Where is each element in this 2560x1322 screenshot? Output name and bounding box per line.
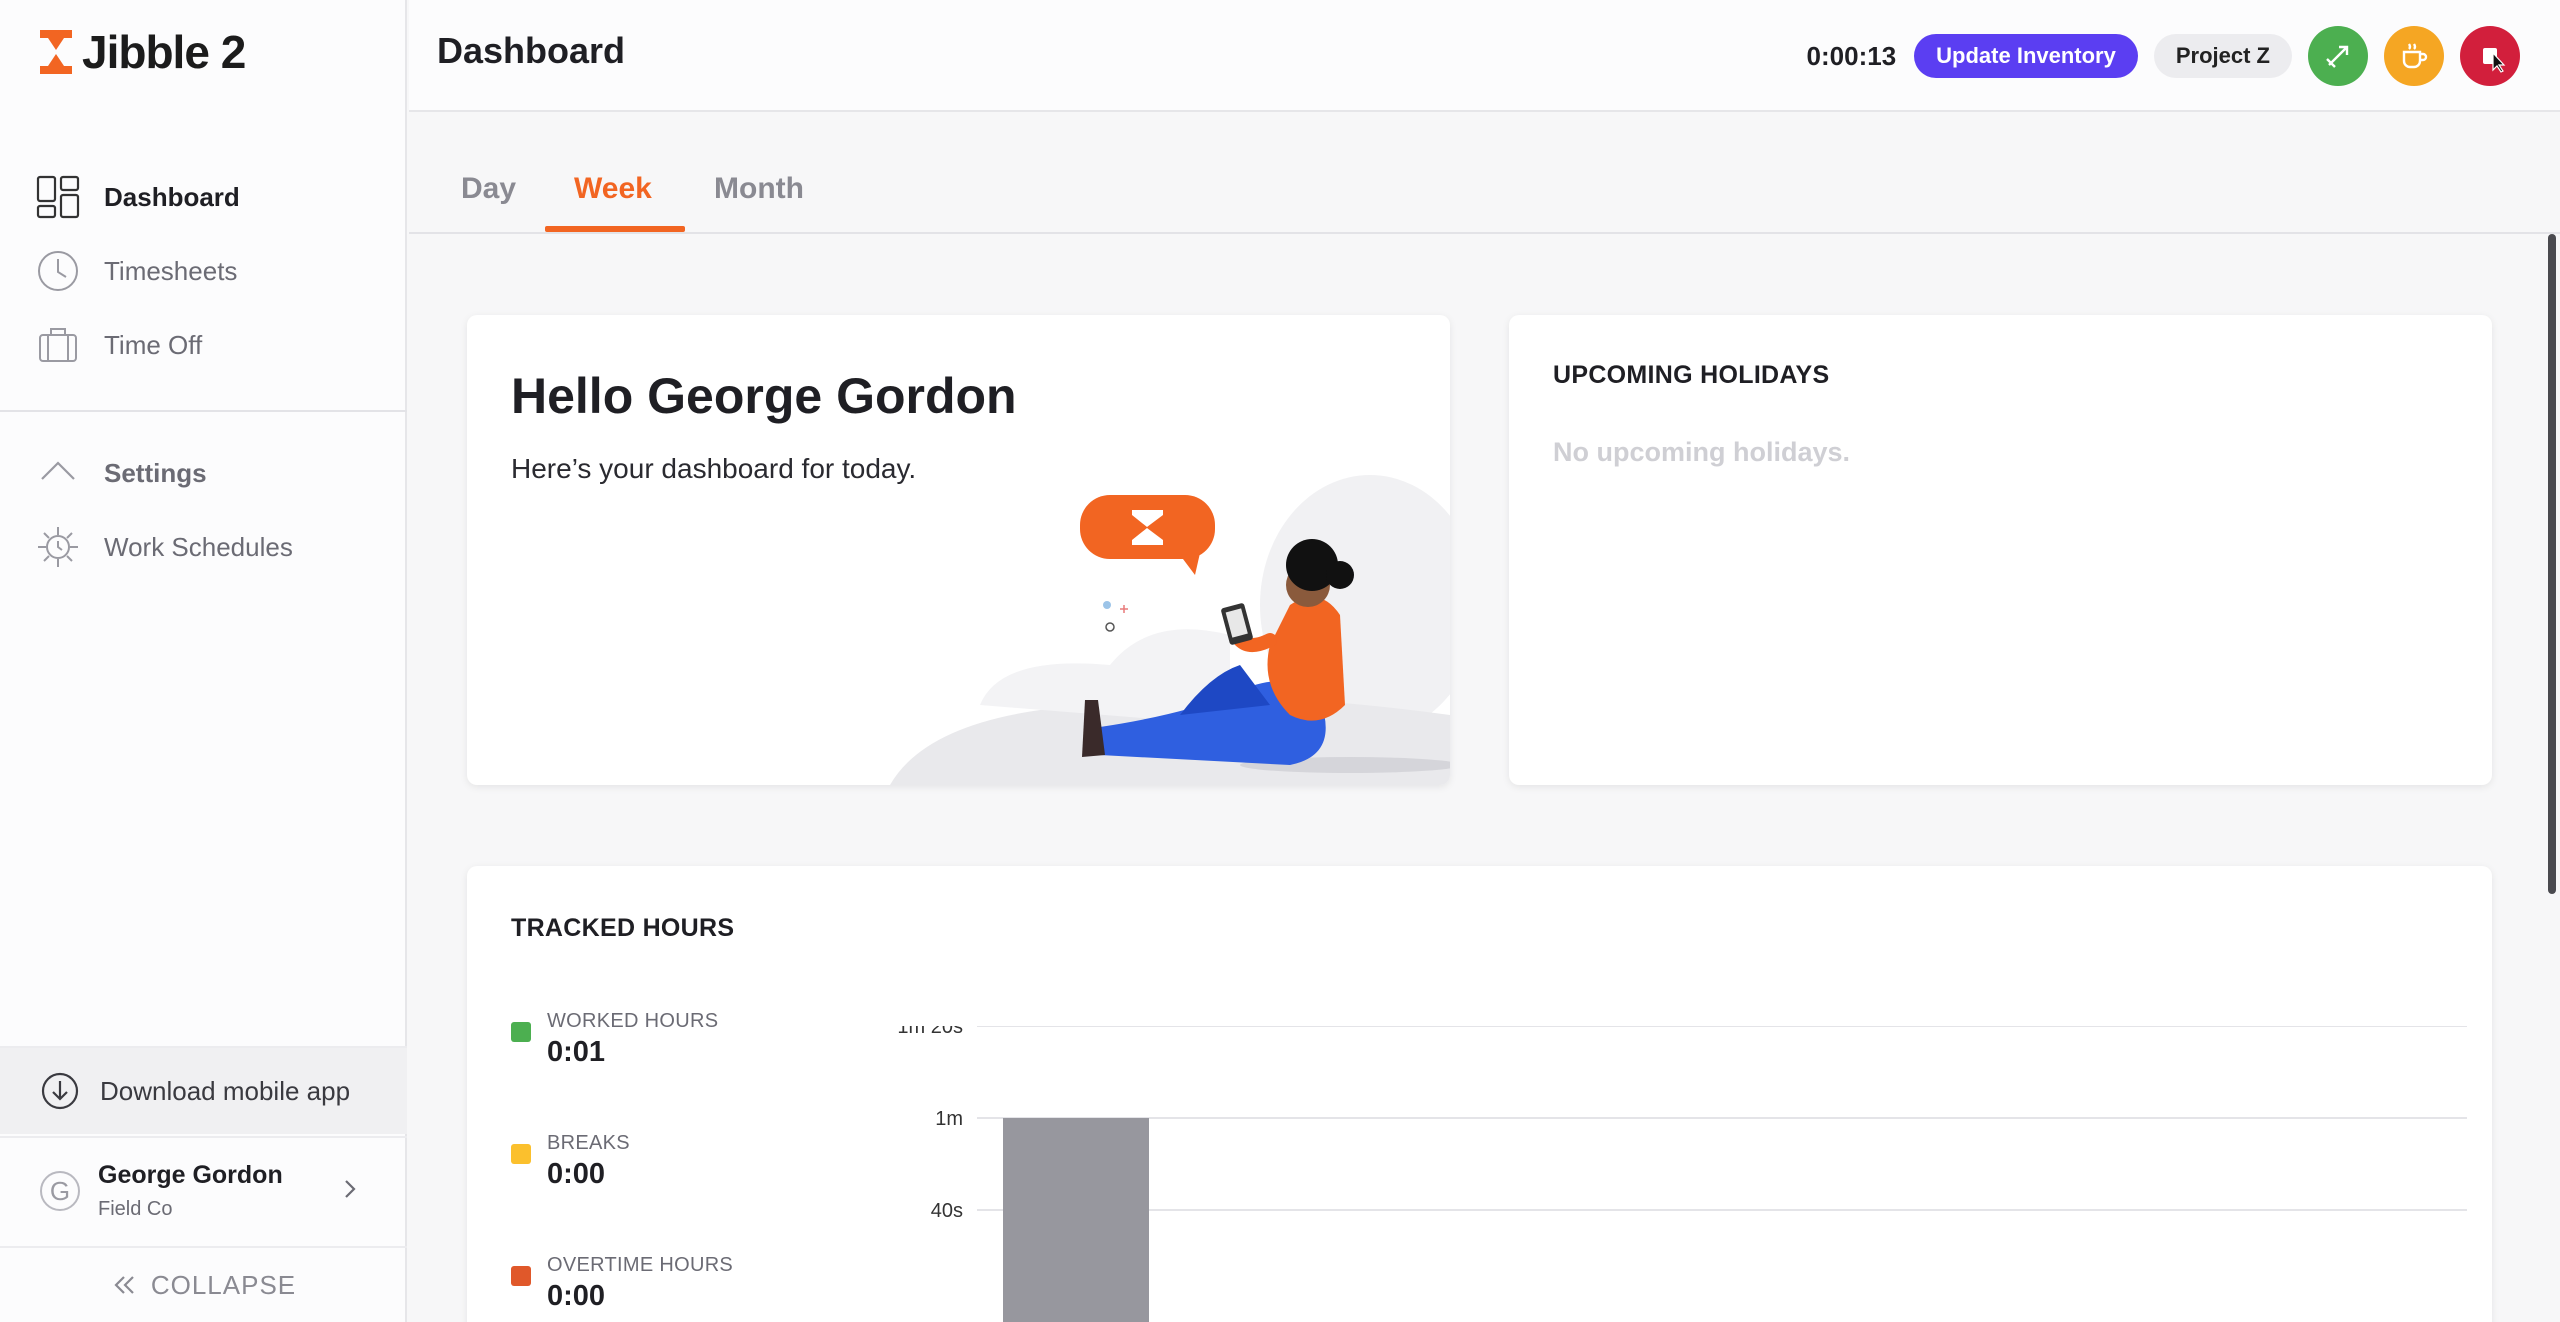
tracking-timer: 0:00:13 bbox=[1806, 40, 1897, 71]
nav-item-work-schedules[interactable]: Work Schedules bbox=[0, 510, 407, 584]
holidays-heading: UPCOMING HOLIDAYS bbox=[1553, 361, 1830, 389]
nav-label-time-off: Time Off bbox=[104, 329, 203, 360]
greeting-title: Hello George Gordon bbox=[511, 368, 1017, 424]
main-nav: Dashboard Timesheets Time Off bbox=[0, 160, 407, 382]
greeting-card: Hello George Gordon Here’s your dashboar… bbox=[467, 315, 1450, 785]
nav-item-time-off[interactable]: Time Off bbox=[0, 308, 407, 382]
worked-hours-swatch bbox=[511, 1022, 531, 1042]
y-tick-label: 40s bbox=[931, 1200, 963, 1222]
clock-icon bbox=[36, 249, 80, 293]
download-label: Download mobile app bbox=[100, 1075, 351, 1106]
chevron-up-icon bbox=[36, 451, 80, 495]
collapse-button[interactable]: COLLAPSE bbox=[0, 1246, 407, 1322]
top-bar: Dashboard 0:00:13 Update Inventory Proje… bbox=[409, 0, 2560, 112]
tracked-hours-chart: 1m 20s 1m 40s bbox=[897, 1026, 2467, 1322]
tracked-hours-card: TRACKED HOURS WORKED HOURS 0:01 BREAKS 0… bbox=[467, 866, 2492, 1322]
active-tab-indicator bbox=[545, 226, 685, 232]
switch-icon bbox=[2326, 45, 2349, 68]
metric-label: OVERTIME HOURS bbox=[547, 1254, 734, 1276]
user-org: Field Co bbox=[98, 1198, 173, 1220]
nav-item-timesheets[interactable]: Timesheets bbox=[0, 234, 407, 308]
settings-nav: Settings Work Schedules bbox=[0, 436, 407, 584]
app-name: Jibble 2 bbox=[82, 26, 246, 78]
tab-month[interactable]: Month bbox=[714, 172, 804, 206]
coffee-icon bbox=[2402, 43, 2428, 69]
tracking-controls: 0:00:13 Update Inventory Project Z bbox=[1807, 25, 2520, 87]
settings-label: Settings bbox=[104, 457, 207, 488]
collapse-label: COLLAPSE bbox=[150, 1269, 297, 1300]
y-tick-label: 1m 20s bbox=[897, 1026, 963, 1038]
clock-out-button[interactable] bbox=[2460, 26, 2520, 86]
metric-label: BREAKS bbox=[547, 1132, 630, 1154]
overtime-swatch bbox=[511, 1266, 531, 1286]
double-chevron-left-icon bbox=[114, 1276, 134, 1294]
dashboard-icon bbox=[36, 175, 80, 219]
breaks-swatch bbox=[511, 1144, 531, 1164]
metric-value: 0:00 bbox=[547, 1158, 606, 1190]
chart-bar[interactable] bbox=[1003, 1118, 1149, 1322]
person-with-phone-illustration bbox=[890, 475, 1450, 785]
metric-value: 0:01 bbox=[547, 1036, 606, 1068]
sidebar: Jibble 2 Dashboard Timesheets Time Off S… bbox=[0, 0, 407, 1322]
avatar: G bbox=[40, 1171, 80, 1211]
activity-pill[interactable]: Update Inventory bbox=[1914, 34, 2138, 78]
suitcase-icon bbox=[36, 323, 80, 367]
y-tick-label: 1m bbox=[935, 1108, 963, 1130]
metric-value: 0:00 bbox=[547, 1280, 606, 1312]
nav-item-dashboard[interactable]: Dashboard bbox=[0, 160, 407, 234]
upcoming-holidays-card: UPCOMING HOLIDAYS No upcoming holidays. bbox=[1509, 315, 2492, 785]
chevron-right-icon bbox=[345, 1180, 356, 1198]
nav-label-timesheets: Timesheets bbox=[104, 255, 238, 286]
schedule-icon bbox=[36, 525, 80, 569]
nav-label-work-schedules: Work Schedules bbox=[104, 531, 293, 562]
tab-week[interactable]: Week bbox=[574, 172, 652, 206]
app-logo[interactable]: Jibble 2 bbox=[36, 26, 246, 78]
download-mobile-app[interactable]: Download mobile app bbox=[0, 1046, 407, 1134]
project-pill[interactable]: Project Z bbox=[2153, 34, 2292, 78]
user-profile[interactable]: G George Gordon Field Co bbox=[0, 1136, 407, 1244]
jibble-logo-icon bbox=[40, 30, 72, 74]
break-button[interactable] bbox=[2384, 26, 2444, 86]
page-title: Dashboard bbox=[437, 30, 626, 71]
period-tabs: Day Week Month bbox=[409, 114, 2560, 234]
tracked-hours-heading: TRACKED HOURS bbox=[511, 914, 735, 942]
holidays-empty-message: No upcoming holidays. bbox=[1553, 437, 1851, 467]
nav-label-dashboard: Dashboard bbox=[104, 181, 240, 212]
switch-activity-button[interactable] bbox=[2308, 26, 2368, 86]
sidebar-divider bbox=[0, 410, 407, 412]
user-name: George Gordon bbox=[98, 1161, 283, 1189]
settings-toggle[interactable]: Settings bbox=[0, 436, 407, 510]
stop-icon bbox=[2483, 48, 2506, 73]
scrollbar-thumb[interactable] bbox=[2548, 234, 2556, 894]
download-icon bbox=[41, 1072, 79, 1110]
metric-label: WORKED HOURS bbox=[547, 1010, 719, 1032]
tab-day[interactable]: Day bbox=[461, 172, 516, 206]
